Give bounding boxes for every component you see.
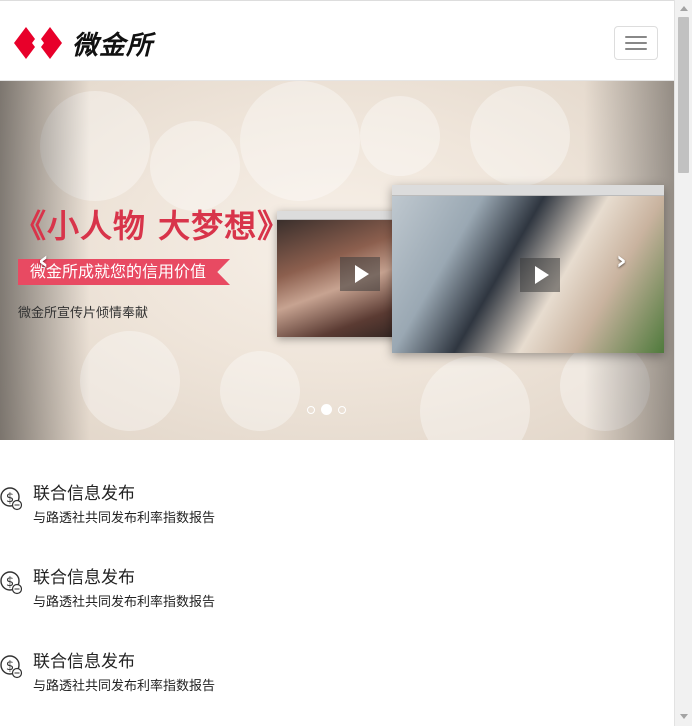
- bokeh-light: [220, 351, 300, 431]
- scroll-up-arrow-icon[interactable]: [680, 6, 688, 11]
- carousel-indicator[interactable]: [338, 405, 346, 414]
- carousel-indicator[interactable]: [307, 405, 315, 414]
- hamburger-icon: [625, 36, 647, 38]
- slide-headline: 《小人物 大梦想》: [14, 207, 291, 245]
- bokeh-light: [150, 121, 240, 211]
- scroll-thumb[interactable]: [678, 17, 689, 173]
- list-item-desc: 与路透社共同发布利率指数报告: [33, 511, 216, 526]
- scroll-down-arrow-icon[interactable]: [680, 714, 688, 719]
- list-item-title: 联合信息发布: [33, 652, 135, 672]
- list-item[interactable]: $ 联合信息发布 与路透社共同发布利率指数报告: [0, 479, 674, 539]
- browser-bar: [392, 185, 664, 196]
- list-item-title: 联合信息发布: [33, 484, 135, 504]
- browser-bar: [277, 211, 409, 220]
- play-icon[interactable]: [520, 258, 560, 292]
- hamburger-icon-line: [625, 42, 647, 44]
- hamburger-icon-line: [625, 48, 647, 50]
- brand-logo[interactable]: 微金所: [14, 25, 153, 61]
- bokeh-light: [240, 81, 360, 201]
- page: 微金所 《小人物 大梦想》 微金所成就您的信用价值 微金所宣传片倾情奉献 ‹ ›…: [0, 0, 674, 726]
- list-item-desc: 与路透社共同发布利率指数报告: [33, 595, 216, 610]
- bokeh-light: [470, 86, 570, 186]
- vertical-scrollbar[interactable]: [674, 0, 692, 726]
- coin-icon: $: [0, 571, 22, 595]
- coin-icon: $: [0, 487, 22, 511]
- bokeh-light: [420, 356, 530, 440]
- chevron-right-icon[interactable]: ›: [616, 248, 636, 274]
- coin-icon: $: [0, 655, 22, 679]
- carousel-indicators: [307, 404, 346, 415]
- list-item-desc: 与路透社共同发布利率指数报告: [33, 679, 216, 694]
- list-item[interactable]: $ 联合信息发布 与路透社共同发布利率指数报告: [0, 647, 674, 707]
- hero-carousel: 《小人物 大梦想》 微金所成就您的信用价值 微金所宣传片倾情奉献 ‹ ›: [0, 81, 674, 440]
- brand-name: 微金所: [72, 30, 154, 61]
- list-item[interactable]: $ 联合信息发布 与路透社共同发布利率指数报告: [0, 563, 674, 623]
- chevron-left-icon[interactable]: ‹: [38, 248, 58, 274]
- play-icon[interactable]: [340, 257, 380, 291]
- bokeh-light: [80, 331, 180, 431]
- navbar: 微金所: [0, 0, 674, 81]
- bokeh-light: [360, 96, 440, 176]
- carousel-indicator-active[interactable]: [321, 404, 332, 415]
- diamond-logo-icon: [14, 27, 62, 59]
- slide-subtitle: 微金所宣传片倾情奉献: [18, 306, 149, 321]
- menu-toggle-button[interactable]: [614, 26, 658, 60]
- list-item-title: 联合信息发布: [33, 568, 135, 588]
